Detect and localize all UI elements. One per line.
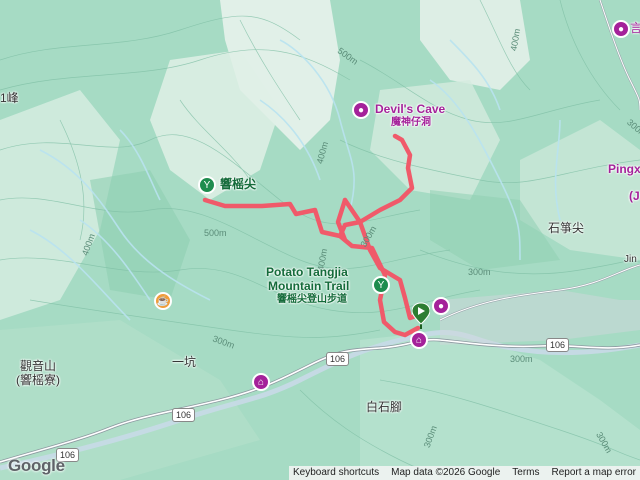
- coffee-icon[interactable]: ☕: [154, 292, 172, 310]
- contour-label: 300m: [468, 267, 491, 277]
- map-data-text: Map data ©2026 Google: [391, 467, 501, 478]
- peak-label[interactable]: 響榣尖: [220, 177, 256, 191]
- j-label[interactable]: (J: [629, 189, 640, 203]
- guanyinshan-alt-label: (響榣寮): [16, 373, 60, 387]
- contour-label: 300m: [510, 354, 533, 364]
- trail-label-en-2[interactable]: Mountain Trail: [268, 279, 349, 293]
- keyboard-shortcuts-link[interactable]: Keyboard shortcuts: [293, 466, 379, 480]
- camera-icon[interactable]: ●: [352, 101, 370, 119]
- guanyinshan-label: 觀音山: [20, 359, 57, 373]
- trailhead-icon[interactable]: Y: [372, 276, 390, 294]
- temple-icon[interactable]: ⌂: [410, 331, 428, 349]
- devils-cave-zh-label[interactable]: 魔神仔洞: [391, 117, 431, 128]
- road-106-shield: 106: [546, 338, 570, 352]
- devils-cave-label[interactable]: Devil's Cave: [375, 102, 445, 116]
- jin-label: Jin: [624, 254, 637, 265]
- trail-label-zh[interactable]: 響榣尖登山步道: [277, 294, 347, 305]
- road-106-shield: 106: [326, 352, 350, 366]
- left-edge-label: 1峰: [0, 91, 19, 105]
- terms-link[interactable]: Terms: [512, 466, 539, 480]
- trailhead-icon[interactable]: Y: [198, 176, 216, 194]
- google-logo: Google: [8, 456, 65, 475]
- report-error-link[interactable]: Report a map error: [552, 466, 636, 480]
- shizheng-jian-label: 石箏尖: [548, 221, 585, 235]
- right-edge-label: 言: [630, 21, 640, 35]
- road-106-shield: 106: [172, 408, 196, 422]
- temple-icon[interactable]: ⌂: [252, 373, 270, 391]
- trail-label-en-1[interactable]: Potato Tangjia: [266, 265, 348, 279]
- yikeng-label: 一坑: [172, 355, 197, 369]
- contour-label: 500m: [204, 228, 227, 238]
- camera-icon[interactable]: ●: [432, 297, 450, 315]
- pingx-label[interactable]: Pingx: [608, 162, 640, 176]
- baishijiao-label: 白石腳: [366, 400, 403, 414]
- start-flag-icon[interactable]: [412, 302, 430, 330]
- map-view[interactable]: 500m 500m 400m 400m 400m 300m 300m 300m …: [0, 0, 640, 480]
- camera-icon[interactable]: ●: [612, 20, 630, 38]
- attribution-bar: Keyboard shortcuts Map data ©2026 Google…: [288, 466, 640, 480]
